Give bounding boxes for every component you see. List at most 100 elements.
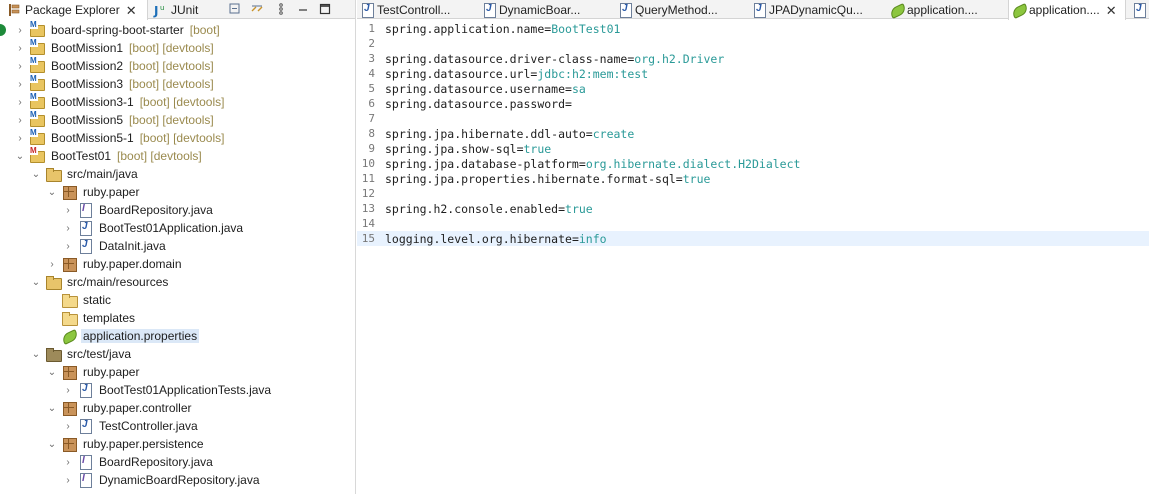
chevron-right-icon[interactable]: › [15, 21, 25, 39]
line-content: spring.jpa.show-sql=true [385, 142, 551, 156]
tree-item[interactable]: application.properties [0, 327, 355, 345]
tree-item-label: BootTest01Application.java [99, 221, 244, 235]
editor-tab[interactable]: QueryMethod... [615, 0, 745, 19]
chevron-down-icon[interactable]: ⌄ [31, 345, 41, 363]
chevron-right-icon[interactable]: › [63, 237, 73, 255]
tree-item[interactable]: ⌄ src/main/resources [0, 273, 355, 291]
code-line[interactable]: 14 [357, 216, 1149, 231]
line-content: spring.datasource.username=sa [385, 82, 586, 96]
code-line[interactable]: 6 spring.datasource.password= [357, 96, 1149, 111]
editor-tab[interactable]: application.... ✕ [1008, 0, 1126, 20]
tab-junit[interactable]: Ju JUnit [152, 0, 212, 19]
minimize-icon[interactable] [296, 2, 310, 16]
tree-item[interactable]: › BootMission2 [boot] [devtools] [0, 56, 355, 75]
tree-item[interactable]: ⌄ ruby.paper [0, 363, 355, 381]
code-line[interactable]: 3 spring.datasource.driver-class-name=org… [357, 51, 1149, 66]
link-with-editor-icon[interactable] [250, 2, 264, 16]
tree-item[interactable]: › DynamicBoardRepository.java [0, 471, 355, 489]
editor-tab[interactable]: JPADynamicQu... [749, 0, 883, 19]
chevron-right-icon[interactable]: › [63, 417, 73, 435]
code-line[interactable]: 15 logging.level.org.hibernate=info [357, 231, 1149, 246]
chevron-right-icon[interactable]: › [15, 57, 25, 75]
line-number: 8 [368, 127, 375, 140]
tree-item[interactable]: › TestController.java [0, 417, 355, 435]
line-number: 5 [368, 82, 375, 95]
tree-item[interactable]: › ruby.paper.domain [0, 255, 355, 273]
chevron-right-icon[interactable]: › [63, 453, 73, 471]
tree-item[interactable]: › BootMission3 [boot] [devtools] [0, 74, 355, 93]
chevron-right-icon[interactable]: › [15, 93, 25, 111]
line-content: spring.jpa.properties.hibernate.format-s… [385, 172, 710, 186]
chevron-right-icon[interactable]: › [15, 39, 25, 57]
editor-tab[interactable] [1129, 0, 1149, 19]
chevron-down-icon[interactable]: ⌄ [47, 399, 57, 417]
property-separator: = [675, 171, 683, 186]
code-line[interactable]: 5 spring.datasource.username=sa [357, 81, 1149, 96]
collapse-all-icon[interactable] [228, 2, 242, 16]
code-line[interactable]: 10 spring.jpa.database-platform=org.hiber… [357, 156, 1149, 171]
chevron-right-icon[interactable]: › [63, 219, 73, 237]
editor-tab[interactable]: TestControll... [357, 0, 475, 19]
tree-item[interactable]: › board-spring-boot-starter [boot] [0, 20, 355, 39]
tree-item[interactable]: ⌄ ruby.paper [0, 183, 355, 201]
code-line[interactable]: 1 spring.application.name=BootTest01 [357, 21, 1149, 36]
code-line[interactable]: 13 spring.h2.console.enabled=true [357, 201, 1149, 216]
tree-item[interactable]: › DataInit.java [0, 237, 355, 255]
code-line[interactable]: 11 spring.jpa.properties.hibernate.format… [357, 171, 1149, 186]
tree-item[interactable]: › BoardRepository.java [0, 453, 355, 471]
chevron-down-icon[interactable]: ⌄ [47, 363, 57, 381]
tree-item[interactable]: › BootMission5-1 [boot] [devtools] [0, 128, 355, 147]
tree-item[interactable]: ⌄ ruby.paper.controller [0, 399, 355, 417]
tree-item-decoration: [boot] [devtools] [117, 149, 202, 163]
project-icon [29, 74, 45, 92]
view-menu-icon[interactable] [274, 2, 288, 16]
editor-tab[interactable]: application.... [887, 0, 1005, 19]
editor-tab[interactable]: DynamicBoar... [479, 0, 611, 19]
close-icon[interactable]: ✕ [126, 4, 137, 17]
tree-item[interactable]: ⌄ BootTest01 [boot] [devtools] [0, 146, 355, 165]
code-line[interactable]: 12 [357, 186, 1149, 201]
line-number: 12 [361, 187, 375, 200]
code-line[interactable]: 7 [357, 111, 1149, 126]
tree-item[interactable]: › BootMission1 [boot] [devtools] [0, 38, 355, 57]
tree-item-label: BootMission1 [51, 41, 124, 55]
tree-item[interactable]: › BootMission3-1 [boot] [devtools] [0, 92, 355, 111]
maximize-icon[interactable] [318, 2, 332, 16]
tree-item[interactable]: › BootTest01ApplicationTests.java [0, 381, 355, 399]
chevron-right-icon[interactable]: › [15, 129, 25, 147]
tree-item-label: TestController.java [99, 419, 198, 433]
code-line[interactable]: 2 [357, 36, 1149, 51]
editor-tab-label: application.... [907, 2, 978, 17]
property-value: info [578, 231, 607, 246]
tab-package-explorer[interactable]: Package Explorer ✕ [0, 0, 148, 20]
tree-item[interactable]: › BootMission5 [boot] [devtools] [0, 110, 355, 129]
chevron-right-icon[interactable]: › [15, 75, 25, 93]
tree-item[interactable]: ⌄ src/main/java [0, 165, 355, 183]
chevron-down-icon[interactable]: ⌄ [47, 183, 57, 201]
line-number: 11 [361, 172, 375, 185]
chevron-right-icon[interactable]: › [15, 111, 25, 129]
tree-item[interactable]: templates [0, 309, 355, 327]
code-line[interactable]: 4 spring.datasource.url=jdbc:h2:mem:test [357, 66, 1149, 81]
chevron-down-icon[interactable]: ⌄ [15, 147, 25, 165]
tree-item[interactable]: › BootTest01Application.java [0, 219, 355, 237]
close-icon[interactable]: ✕ [1106, 4, 1117, 17]
chevron-down-icon[interactable]: ⌄ [47, 435, 57, 453]
tree-item[interactable]: › BoardRepository.java [0, 201, 355, 219]
tree-item-label: static [83, 293, 112, 307]
chevron-down-icon[interactable]: ⌄ [31, 273, 41, 291]
tree-item[interactable]: static [0, 291, 355, 309]
chevron-down-icon[interactable]: ⌄ [31, 165, 41, 183]
chevron-right-icon[interactable]: › [63, 471, 73, 489]
chevron-right-icon[interactable]: › [63, 201, 73, 219]
code-line[interactable]: 8 spring.jpa.hibernate.ddl-auto=create [357, 126, 1149, 141]
property-value: jdbc:h2:mem:test [537, 66, 649, 81]
chevron-right-icon[interactable]: › [63, 381, 73, 399]
line-number: 9 [368, 142, 375, 155]
code-line[interactable]: 9 spring.jpa.show-sql=true [357, 141, 1149, 156]
tree-item[interactable]: ⌄ src/test/java [0, 345, 355, 363]
tree-item[interactable]: ⌄ ruby.paper.persistence [0, 435, 355, 453]
project-icon [29, 56, 45, 74]
chevron-right-icon[interactable]: › [47, 255, 57, 273]
